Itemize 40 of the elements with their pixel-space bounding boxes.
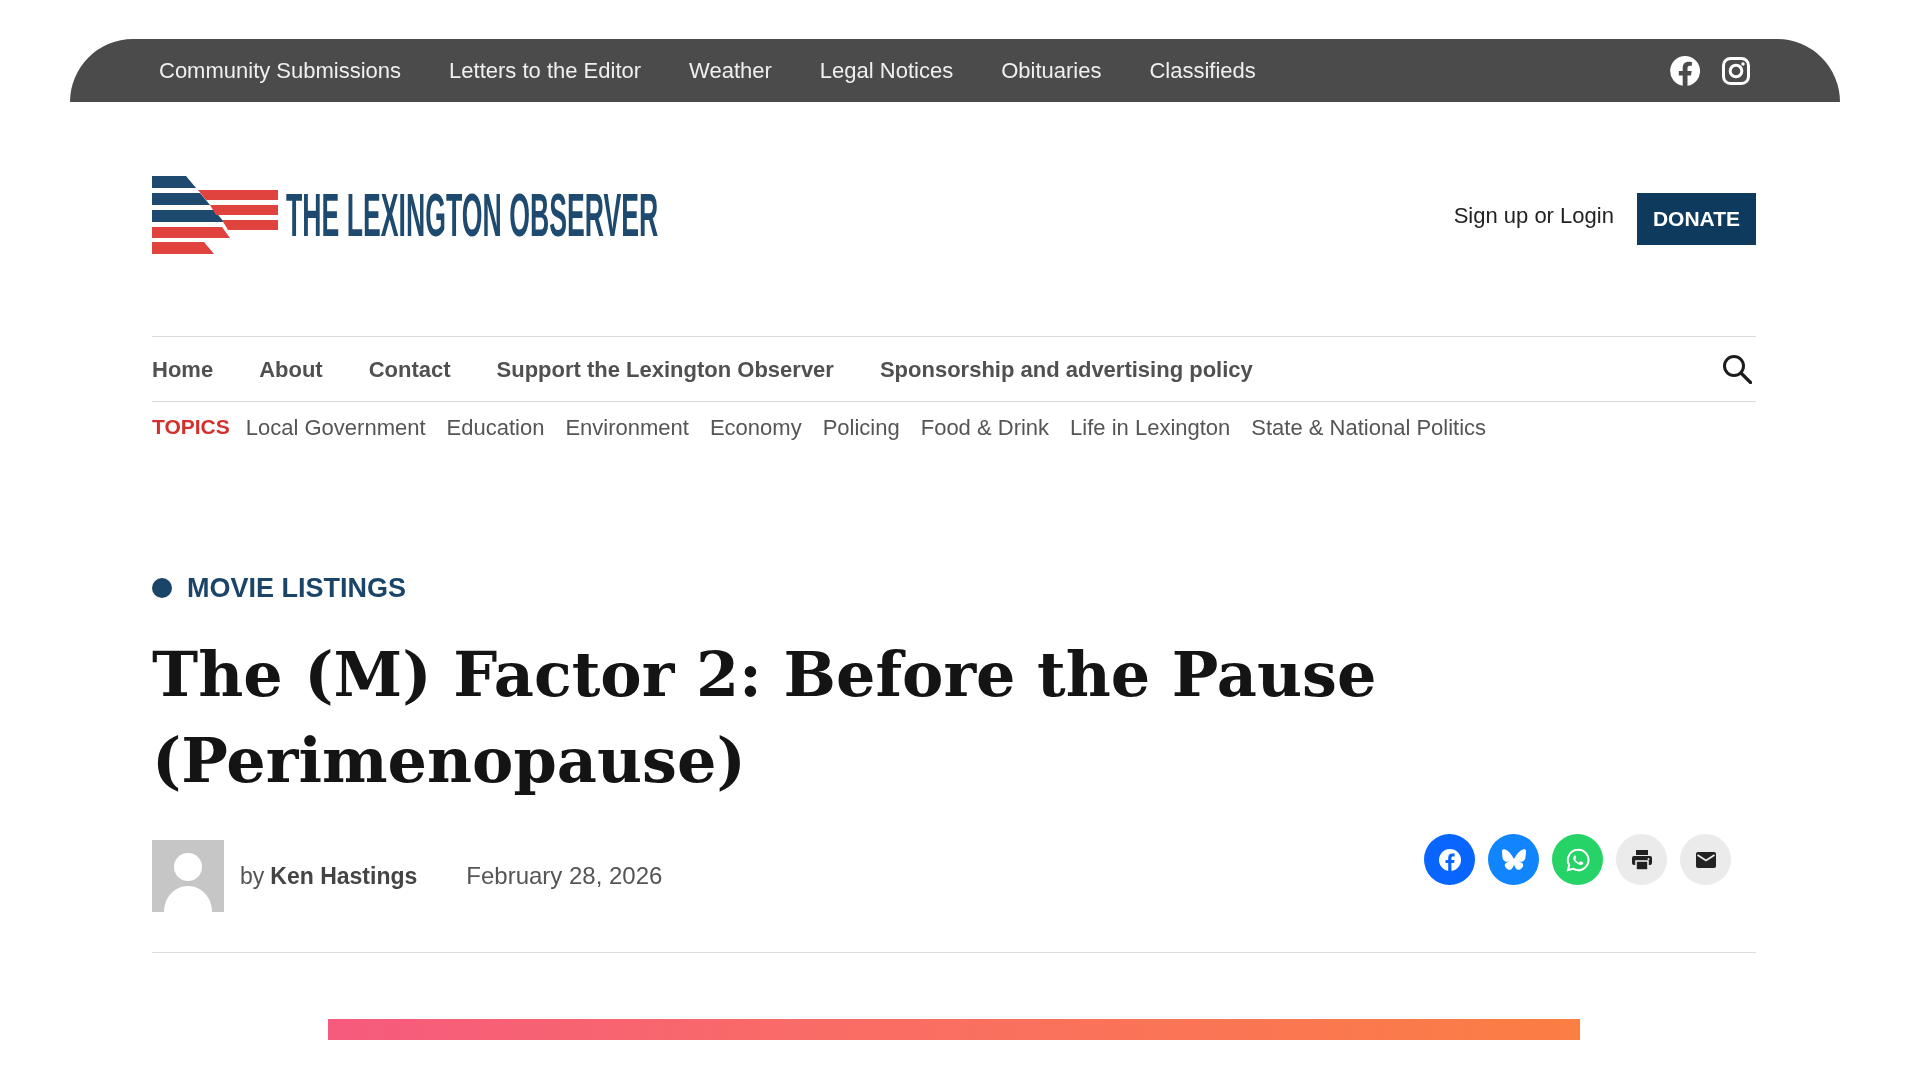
article-title: The (M) Factor 2: Before the Pause (Perimenopause): [152, 637, 1378, 799]
donate-button[interactable]: DONATE: [1636, 193, 1756, 245]
instagram-icon[interactable]: [1722, 56, 1750, 85]
topic-link[interactable]: Food & Drink: [920, 410, 1050, 444]
category-link[interactable]: MOVIE LISTINGS: [187, 567, 407, 609]
nav-link[interactable]: Home: [152, 352, 214, 386]
login-link[interactable]: Sign up or Login: [1453, 198, 1614, 232]
chat-phone-icon: [1565, 847, 1590, 872]
bullet-dot-icon: [152, 578, 172, 598]
butterfly-icon: [1501, 847, 1526, 872]
utility-link[interactable]: Classifieds: [1149, 54, 1256, 87]
flag-logo-icon[interactable]: [152, 176, 278, 254]
utility-link[interactable]: Weather: [689, 54, 772, 87]
search-icon[interactable]: [1722, 354, 1752, 384]
utility-link[interactable]: Obituaries: [1001, 54, 1102, 87]
share-button[interactable]: [1680, 834, 1731, 885]
nav-link[interactable]: Support the Lexington Observer: [496, 352, 834, 386]
topic-link[interactable]: Environment: [565, 410, 689, 444]
share-button[interactable]: [1616, 834, 1667, 885]
facebook-icon[interactable]: [1670, 55, 1700, 86]
topic-link[interactable]: Economy: [709, 410, 802, 444]
topic-link[interactable]: Education: [446, 410, 545, 444]
topic-link[interactable]: Policing: [822, 410, 900, 444]
topic-link[interactable]: Local Government: [245, 410, 426, 444]
logo-wordmark[interactable]: THE LEXINGTON OBSERVER: [286, 190, 659, 240]
byline-label: by: [240, 861, 265, 891]
author-link[interactable]: Ken Hastings: [270, 858, 418, 894]
utility-link[interactable]: Community Submissions: [159, 54, 402, 87]
topic-link[interactable]: Life in Lexington: [1070, 410, 1231, 444]
utility-link[interactable]: Legal Notices: [819, 54, 954, 87]
topic-link[interactable]: State & National Politics: [1251, 410, 1487, 444]
nav-link[interactable]: Contact: [368, 352, 451, 386]
facebook-icon: [1437, 847, 1462, 872]
topics-label: TOPICS: [152, 414, 230, 441]
publish-date: February 28, 2026: [466, 861, 663, 891]
avatar-silhouette: [152, 840, 224, 912]
nav-link[interactable]: Sponsorship and advertising policy: [879, 352, 1253, 386]
utility-link[interactable]: Letters to the Editor: [449, 54, 642, 87]
printer-icon: [1629, 847, 1654, 872]
nav-link[interactable]: About: [259, 352, 323, 386]
